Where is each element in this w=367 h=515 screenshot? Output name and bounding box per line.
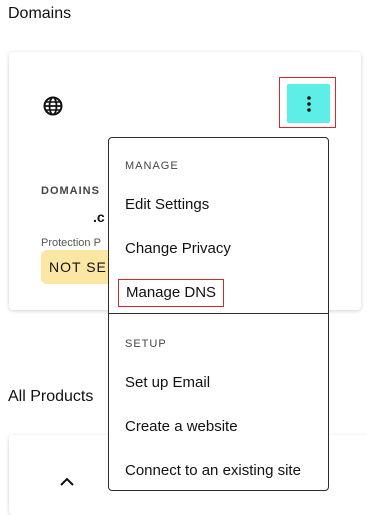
options-menu: MANAGE Edit Settings Change Privacy Mana… (108, 137, 329, 491)
domain-name[interactable]: .c (93, 208, 105, 226)
globe-icon (42, 95, 64, 117)
menu-divider (109, 313, 328, 314)
menu-heading-setup: SETUP (125, 338, 167, 350)
menu-item-edit-settings[interactable]: Edit Settings (125, 195, 209, 215)
chevron-up-icon[interactable] (58, 474, 76, 488)
section-title-all-products: All Products (8, 388, 94, 405)
menu-item-connect-existing-site[interactable]: Connect to an existing site (125, 461, 301, 481)
menu-item-change-privacy[interactable]: Change Privacy (125, 239, 231, 259)
menu-item-manage-dns[interactable]: Manage DNS (118, 279, 225, 307)
kebab-vertical-icon (306, 95, 311, 112)
protection-label: Protection P (41, 237, 101, 249)
menu-item-set-up-email[interactable]: Set up Email (125, 373, 210, 393)
more-options-button[interactable] (287, 84, 330, 123)
menu-item-create-website[interactable]: Create a website (125, 417, 238, 437)
section-title-domains: Domains (8, 5, 72, 22)
domains-label: DOMAINS (41, 185, 100, 197)
menu-heading-manage: MANAGE (125, 160, 179, 172)
